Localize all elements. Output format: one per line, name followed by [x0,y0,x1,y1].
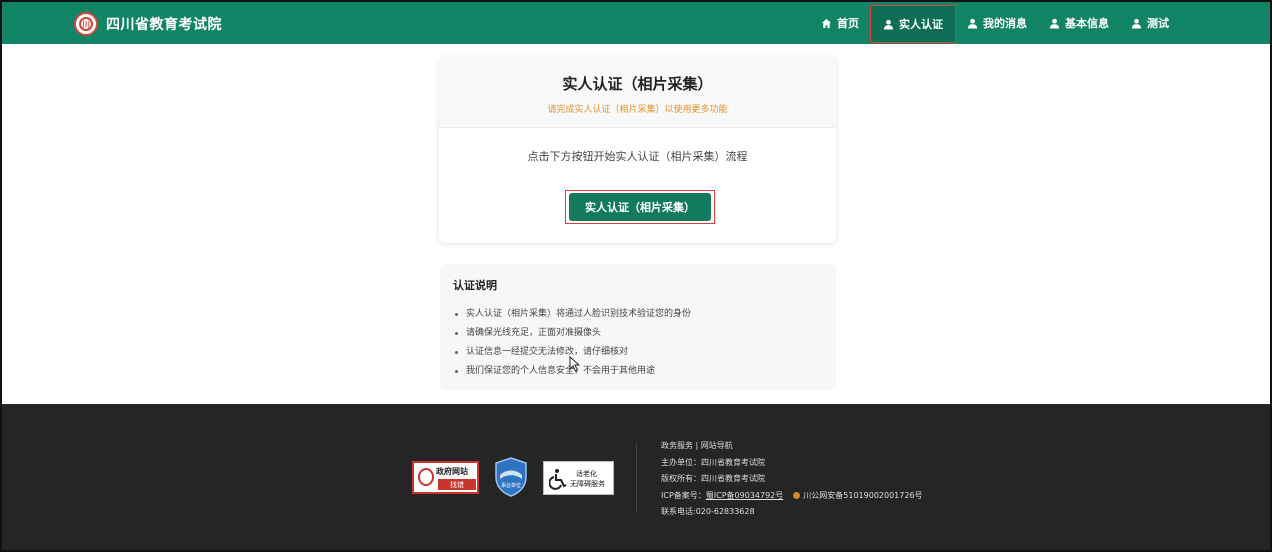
card-description: 点击下方按钮开始实人认证（相片采集）流程 [527,150,748,163]
nav-item-label: 基本信息 [1065,17,1109,30]
card-title: 实人认证（相片采集） [562,75,713,93]
notes-title: 认证说明 [453,279,497,292]
badge-gov-top: 政府网站 [436,467,468,476]
list-item: 认证信息一经提交无法修改，请仔细核对 [453,343,823,362]
mouse-cursor-icon [569,356,580,372]
user-icon [883,19,894,30]
police-record-link[interactable]: 川公网安备51019002001726号 [803,491,922,500]
nav-item-test[interactable]: 测试 [1120,2,1180,44]
badge-access-line2: 无障碍服务 [570,480,605,488]
user-icon [967,18,978,29]
verification-notes: 认证说明 实人认证（相片采集）将通过人脸识别技术验证您的身份 请确保光线充足，正… [440,264,836,390]
badge-access-line1: 适老化 [576,470,597,478]
home-icon [821,18,832,28]
main-nav: 首页 实人认证 我的消息 基本信息 测试 [810,2,1180,44]
footer-host: 主办单位：四川省教育考试院 [661,457,765,467]
user-icon [1049,18,1060,29]
nav-item-basic-info[interactable]: 基本信息 [1038,2,1120,44]
accessibility-service-badge[interactable]: 适老化 无障碍服务 [543,461,614,495]
accessibility-icon [549,469,567,490]
magnifier-icon [418,468,434,486]
card-header: 实人认证（相片采集） 请完成实人认证（相片采集）以使用更多功能 [439,57,836,128]
footer-phone: 联系电话:020-62833628 [661,507,755,516]
footer-service-links[interactable]: 政务服务 | 网站导航 [661,438,923,455]
footer-info: 政务服务 | 网站导航 主办单位：四川省教育考试院 版权所有：四川省教育考试院 … [661,438,923,521]
site-title[interactable]: 四川省教育考试院 [106,14,222,34]
list-item: 请确保光线充足，正面对准摄像头 [453,324,823,343]
icp-label: ICP备案号： [661,490,706,500]
footer-copyright: 版权所有：四川省教育考试院 [661,474,765,483]
public-institution-badge[interactable]: 事业单位 [494,457,528,497]
nav-item-label: 首页 [837,17,859,30]
verification-card: 实人认证（相片采集） 请完成实人认证（相片采集）以使用更多功能 点击下方按钮开始… [439,57,836,243]
top-navbar: 川 四川省教育考试院 首页 实人认证 我的消息 基本信息 测试 [2,2,1270,44]
card-subtitle: 请完成实人认证（相片采集）以使用更多功能 [547,105,728,115]
site-footer: 政府网站 找错 事业单位 适老化 无障碍服务 政务服务 | 网站导航 主办单位：… [2,404,1270,550]
list-item: 我们保证您的个人信息安全，不会用于其他用途 [453,362,823,381]
badge-unit-label: 事业单位 [501,482,521,489]
page-frame: 川 四川省教育考试院 首页 实人认证 我的消息 基本信息 测试 实人认证（相片采… [0,0,1272,552]
footer-divider [636,444,637,512]
nav-item-label: 测试 [1147,17,1169,30]
start-verification-highlight: 实人认证（相片采集） [565,190,715,224]
gov-site-error-badge[interactable]: 政府网站 找错 [412,461,479,494]
notes-list: 实人认证（相片采集）将通过人脸识别技术验证您的身份 请确保光线充足，正面对准摄像… [453,305,823,381]
nav-item-messages[interactable]: 我的消息 [956,2,1038,44]
nav-item-verification[interactable]: 实人认证 [870,5,956,43]
police-badge-icon [793,491,801,499]
footer-record-line: ICP备案号：蜀ICP备09034792号 川公网安备51019002001726… [661,488,923,505]
site-logo-icon[interactable]: 川 [74,12,98,36]
badge-gov-bottom: 找错 [438,479,476,490]
user-icon [1131,18,1142,29]
nav-item-home[interactable]: 首页 [810,2,870,44]
nav-item-label: 我的消息 [983,17,1027,30]
icp-link[interactable]: 蜀ICP备09034792号 [706,491,784,500]
list-item: 实人认证（相片采集）将通过人脸识别技术验证您的身份 [453,305,823,324]
nav-item-label: 实人认证 [899,18,943,31]
start-verification-button[interactable]: 实人认证（相片采集） [569,193,711,221]
